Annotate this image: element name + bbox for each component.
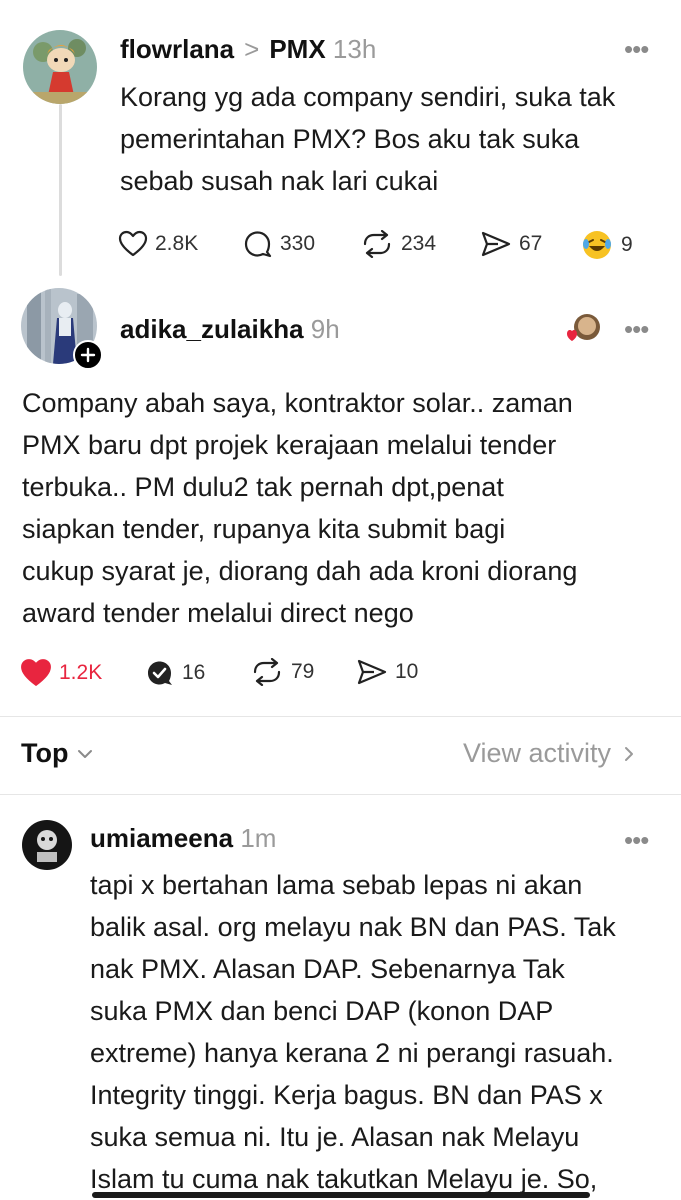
username[interactable]: adika_zulaikha [120, 314, 304, 344]
more-icon[interactable]: ••• [624, 316, 649, 342]
share-count: 67 [519, 232, 543, 255]
heart-icon [21, 659, 51, 687]
thread-line [59, 104, 62, 276]
like-button[interactable]: 1.2K [20, 658, 102, 688]
view-activity-label: View activity [463, 738, 612, 768]
share-button[interactable]: 10 [356, 658, 418, 686]
sort-label: Top [21, 738, 69, 768]
post-text: Korang yg ada company sendiri, suka tak … [120, 82, 616, 196]
chevron-right-icon [625, 746, 634, 761]
timestamp: 13h [332, 34, 377, 64]
home-indicator [92, 1192, 590, 1198]
share-icon [357, 659, 387, 685]
reply-header: umiameena 1m [90, 823, 276, 854]
plus-icon [80, 347, 96, 363]
username[interactable]: flowrlana [120, 34, 234, 64]
verified-reply-icon [148, 661, 172, 685]
sort-dropdown[interactable]: Top [21, 738, 96, 769]
reply-count: 16 [182, 661, 206, 684]
view-activity-link[interactable]: View activity [463, 738, 639, 769]
repost-count: 234 [401, 232, 437, 255]
repost-count: 79 [291, 660, 315, 683]
share-icon [481, 231, 511, 257]
divider [0, 794, 681, 795]
more-icon[interactable]: ••• [624, 827, 649, 853]
community-name[interactable]: PMX [269, 34, 325, 64]
reply-count: 330 [280, 232, 316, 255]
reply-button[interactable]: 16 [145, 658, 205, 688]
reaction-badge-icon [565, 312, 603, 351]
like-button[interactable]: 2.8K [118, 230, 198, 258]
laugh-emoji-icon [583, 231, 611, 259]
like-count: 2.8K [155, 232, 199, 255]
reply-button[interactable]: 330 [243, 230, 315, 258]
repost-icon [363, 230, 391, 258]
post-text: Company abah saya, kontraktor solar.. za… [22, 388, 578, 628]
divider [0, 716, 681, 717]
reaction-button[interactable]: 9 [580, 228, 633, 262]
reply-icon [244, 231, 272, 258]
avatar-flowrlana[interactable] [23, 30, 97, 104]
chevron-right-icon: > [244, 34, 260, 64]
post-header: flowrlana > PMX 13h [120, 34, 376, 65]
like-count: 1.2K [59, 661, 103, 684]
share-count: 10 [395, 660, 419, 683]
reply-text: tapi x bertahan lama sebab lepas ni akan… [90, 870, 616, 1194]
timestamp: 1m [240, 823, 277, 853]
post-header: adika_zulaikha 9h [120, 314, 340, 345]
more-icon[interactable]: ••• [624, 36, 649, 62]
repost-button[interactable]: 234 [360, 230, 436, 258]
username[interactable]: umiameena [90, 823, 233, 853]
timestamp: 9h [310, 314, 340, 344]
repost-button[interactable]: 79 [250, 658, 314, 686]
heart-icon [118, 230, 148, 257]
chevron-down-icon [78, 749, 93, 758]
reaction-count: 9 [621, 233, 633, 256]
share-button[interactable]: 67 [480, 230, 542, 258]
follow-plus-button[interactable] [73, 340, 103, 370]
repost-icon [253, 658, 281, 686]
avatar-umiameena[interactable] [22, 820, 72, 870]
